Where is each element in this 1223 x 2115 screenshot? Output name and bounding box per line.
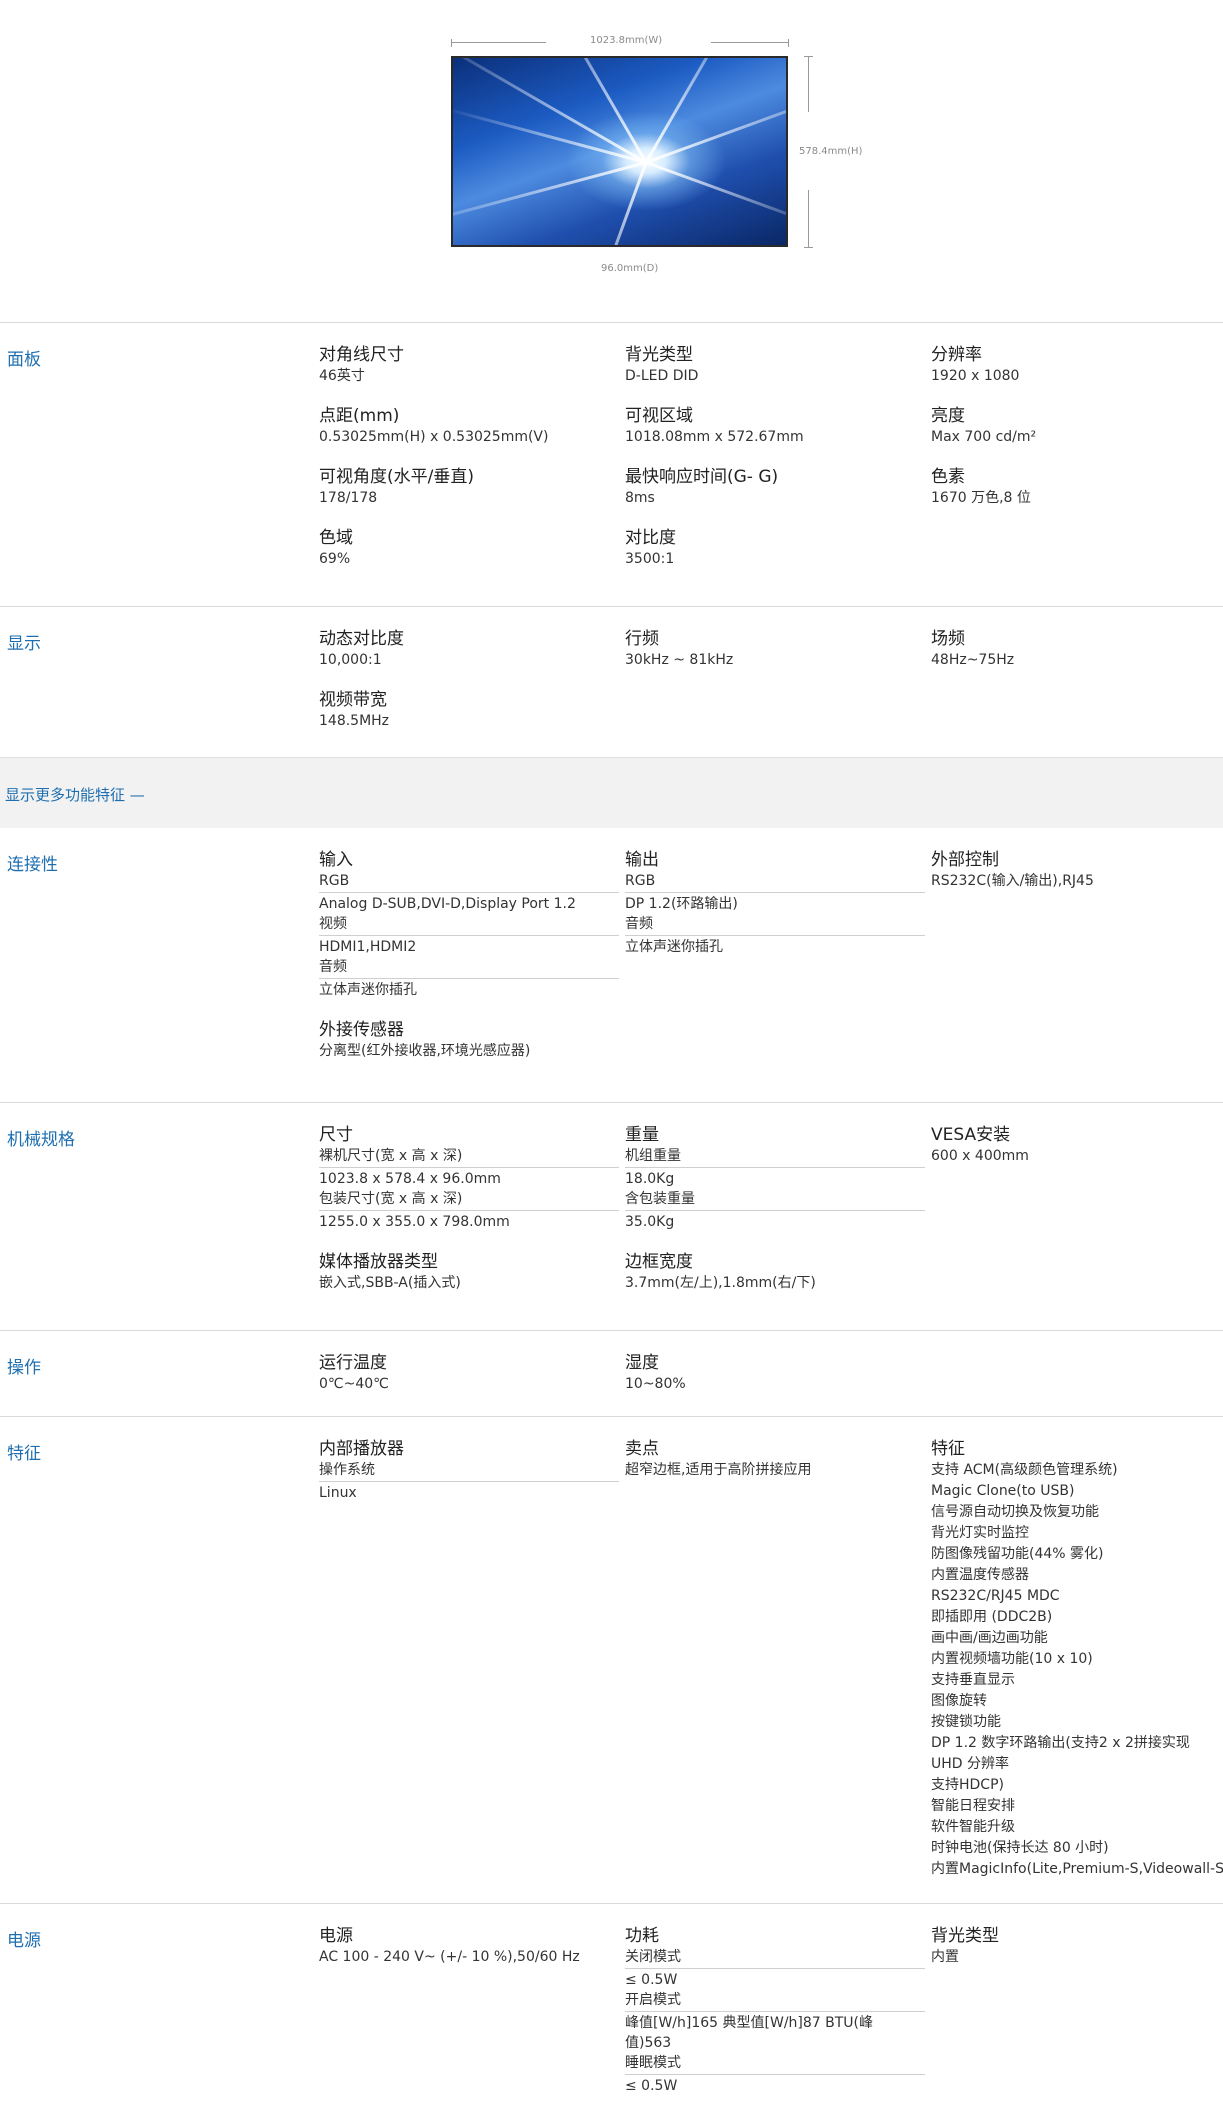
- spec-vesa-mount: VESA安装 600 x 400mm: [931, 1125, 1029, 1164]
- feature-list-heading: 特征: [931, 1439, 965, 1459]
- section-operation: 操作 运行温度 0℃~40℃ 湿度 10~80%: [0, 1330, 1223, 1416]
- width-dim-line-right: [711, 42, 788, 43]
- section-title-mechanical: 机械规格: [7, 1130, 75, 1150]
- feature-item: 画中画/画边画功能: [931, 1630, 1048, 1646]
- spec-operating-temperature: 运行温度 0℃~40℃: [319, 1353, 389, 1392]
- feature-list: 支持 ACM(高级颜色管理系统) Magic Clone(to USB) 信号源…: [931, 1460, 1223, 1880]
- width-dim-tick-right: [788, 39, 789, 47]
- spec-external-control: 外部控制 RS232C(输入/输出),RJ45: [931, 850, 1094, 889]
- feature-item: 背光灯实时监控: [931, 1525, 1029, 1541]
- spec-v-frequency: 场频 48Hz~75Hz: [931, 629, 1015, 668]
- section-connectivity: 连接性 输入 RGB Analog D-SUB,DVI-D,Display Po…: [0, 828, 1223, 1102]
- spec-h-frequency: 行频 30kHz ~ 81kHz: [625, 629, 734, 668]
- spec-viewing-angle: 可视角度(水平/垂直) 178/178: [319, 467, 474, 506]
- width-dim-line-left: [451, 42, 546, 43]
- spec-power-supply: 电源 AC 100 - 240 V~ (+/- 10 %),50/60 Hz: [319, 1926, 580, 1965]
- feature-item: 内置视频墙功能(10 x 10): [931, 1651, 1093, 1667]
- feature-item: 图像旋转: [931, 1693, 987, 1709]
- spec-external-sensor: 外接传感器 分离型(红外接收器,环境光感应器): [319, 1020, 531, 1059]
- feature-item: 支持垂直显示: [931, 1672, 1015, 1688]
- spec-backlight-type: 背光类型 D-LED DID: [625, 345, 699, 384]
- spec-brightness: 亮度 Max 700 cd/m²: [931, 406, 1037, 445]
- height-dim-tick-bottom: [804, 247, 813, 248]
- spec-internal-player: 内部播放器 操作系统 Linux: [319, 1438, 619, 1503]
- section-title-connectivity: 连接性: [7, 855, 58, 875]
- feature-item: 时钟电池(保持长达 80 小时): [931, 1840, 1109, 1856]
- product-dimension-diagram: 1023.8mm(W) 578.4mm(H) 96.0mm(D): [0, 0, 1223, 322]
- spec-power-consumption: 功耗 关闭模式 ≤ 0.5W 开启模式 峰值[W/h]165 典型值[W/h]8…: [625, 1925, 925, 2096]
- feature-item: 防图像残留功能(44% 雾化): [931, 1546, 1104, 1562]
- feature-item: 信号源自动切换及恢复功能: [931, 1504, 1099, 1520]
- spec-input: 输入 RGB Analog D-SUB,DVI-D,Display Port 1…: [319, 849, 619, 1000]
- spec-dynamic-contrast: 动态对比度 10,000:1: [319, 629, 404, 668]
- section-features: 特征 内部播放器 操作系统 Linux 卖点 超窄边框,适用于高阶拼接应用 特征…: [0, 1416, 1223, 1903]
- feature-item: 软件智能升级: [931, 1819, 1015, 1835]
- feature-item: 按键锁功能: [931, 1714, 1001, 1730]
- feature-item: 智能日程安排: [931, 1798, 1015, 1814]
- feature-item: DP 1.2 数字环路输出(支持2 x 2拼接实现: [931, 1735, 1190, 1751]
- section-panel: 面板 对角线尺寸 46英寸 点距(mm) 0.53025mm(H) x 0.5302…: [0, 322, 1223, 606]
- height-dim-line-top: [808, 56, 809, 112]
- feature-item: 内置MagicInfo(Lite,Premium-S,Videowall-S): [931, 1861, 1223, 1877]
- monitor-image: [451, 56, 788, 247]
- height-dim-line-bottom: [808, 190, 809, 247]
- feature-item: UHD 分辨率: [931, 1756, 1010, 1772]
- spec-power-type: 背光类型 内置: [931, 1926, 999, 1965]
- spec-dimensions: 尺寸 裸机尺寸(宽 x 高 x 深) 1023.8 x 578.4 x 96.0…: [319, 1124, 619, 1232]
- spec-diagonal-size: 对角线尺寸 46英寸: [319, 345, 404, 384]
- depth-dimension-label: 96.0mm(D): [601, 263, 659, 274]
- section-title-operation: 操作: [7, 1358, 41, 1378]
- section-mechanical: 机械规格 尺寸 裸机尺寸(宽 x 高 x 深) 1023.8 x 578.4 x…: [0, 1102, 1223, 1330]
- width-dim-tick-left: [451, 39, 452, 47]
- feature-item: 内置温度传感器: [931, 1567, 1029, 1583]
- feature-item: Magic Clone(to USB): [931, 1483, 1075, 1499]
- section-display: 显示 动态对比度 10,000:1 视频带宽 148.5MHz 行频 30kHz ~ …: [0, 606, 1223, 757]
- section-title-power: 电源: [7, 1931, 41, 1951]
- height-dimension-label: 578.4mm(H): [799, 146, 863, 157]
- feature-item: 支持HDCP): [931, 1777, 1004, 1793]
- feature-item: 支持 ACM(高级颜色管理系统): [931, 1462, 1118, 1478]
- spec-response-time: 最快响应时间(G- G) 8ms: [625, 467, 779, 506]
- spec-pixel-pitch: 点距(mm) 0.53025mm(H) x 0.53025mm(V): [319, 406, 549, 445]
- spec-media-player-type: 媒体播放器类型 嵌入式,SBB-A(插入式): [319, 1252, 461, 1291]
- width-dimension-label: 1023.8mm(W): [590, 35, 663, 46]
- spec-bezel-width: 边框宽度 3.7mm(左/上),1.8mm(右/下): [625, 1252, 816, 1291]
- spec-color-gamut: 色域 69%: [319, 528, 353, 567]
- section-power: 电源 电源 AC 100 - 240 V~ (+/- 10 %),50/60 H…: [0, 1903, 1223, 2113]
- spec-weight: 重量 机组重量 18.0Kg 含包装重量 35.0Kg: [625, 1124, 925, 1232]
- spec-contrast-ratio: 对比度 3500:1: [625, 528, 676, 567]
- spec-video-bandwidth: 视频带宽 148.5MHz: [319, 690, 390, 729]
- spec-color-depth: 色素 1670 万色,8 位: [931, 467, 1031, 506]
- section-title-display: 显示: [7, 634, 41, 654]
- section-title-features: 特征: [7, 1444, 41, 1464]
- spec-humidity: 湿度 10~80%: [625, 1353, 686, 1392]
- show-more-features-link[interactable]: 显示更多功能特征 —: [5, 784, 145, 805]
- feature-item: 即插即用 (DDC2B): [931, 1609, 1053, 1625]
- spec-selling-point: 卖点 超窄边框,适用于高阶拼接应用: [625, 1439, 812, 1478]
- spec-resolution: 分辨率 1920 x 1080: [931, 345, 1020, 384]
- section-title-panel: 面板: [7, 350, 41, 370]
- spec-output: 输出 RGB DP 1.2(环路输出) 音频 立体声迷你插孔: [625, 849, 925, 957]
- feature-item: RS232C/RJ45 MDC: [931, 1588, 1060, 1604]
- more-features-bar: 显示更多功能特征 —: [0, 757, 1223, 828]
- spec-active-area: 可视区域 1018.08mm x 572.67mm: [625, 406, 804, 445]
